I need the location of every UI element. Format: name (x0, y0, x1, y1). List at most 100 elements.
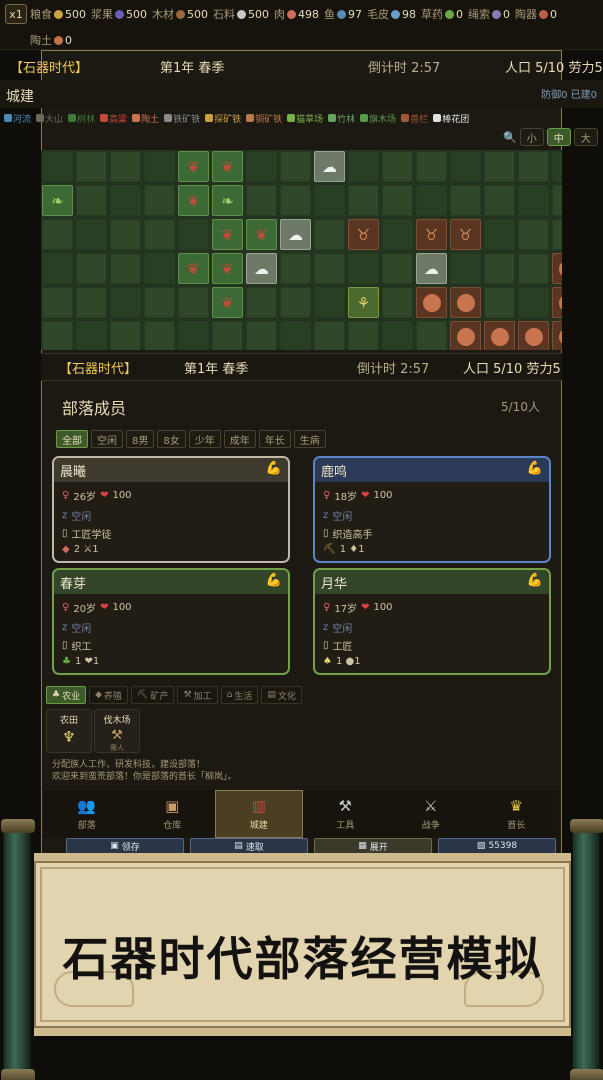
map-cell[interactable] (382, 287, 413, 318)
map-cell[interactable] (212, 321, 243, 350)
map-cell[interactable] (416, 321, 447, 350)
map-cell[interactable] (518, 253, 549, 284)
zoom-small-button[interactable]: 小 (519, 128, 544, 146)
map-cell[interactable] (518, 287, 549, 318)
map-cell[interactable] (144, 219, 175, 250)
nav-chief[interactable]: ♛ 首长 (474, 790, 560, 838)
map-cell[interactable] (382, 151, 413, 182)
clay-icon[interactable] (484, 321, 515, 350)
map-cell[interactable] (552, 219, 562, 250)
clay-icon[interactable] (450, 321, 481, 350)
map-cell[interactable] (76, 151, 107, 182)
map-cell[interactable] (246, 151, 277, 182)
map-cell[interactable] (144, 253, 175, 284)
map-cell[interactable] (76, 287, 107, 318)
member-card[interactable]: 月华 💪 ♀ 17岁 ❤ 100 z 空闲 ▯ 工匠 ♠ 1 ●1 (313, 568, 551, 675)
sub-button[interactable]: ▣ 领存 (66, 838, 184, 854)
tab-agriculture[interactable]: ♣ 农业 (46, 686, 87, 704)
sorghum-icon[interactable]: ❦ (178, 151, 209, 182)
map-cell[interactable] (484, 287, 515, 318)
map-cell[interactable] (348, 253, 379, 284)
filter-adult[interactable]: 成年 (223, 430, 256, 448)
map-cell[interactable] (484, 219, 515, 250)
filter-female[interactable]: 8女 (157, 430, 186, 448)
map-cell[interactable] (348, 185, 379, 216)
map-cell[interactable] (314, 321, 345, 350)
map-cell[interactable] (42, 151, 73, 182)
sorghum-icon[interactable]: ❦ (212, 219, 243, 250)
map-cell[interactable] (280, 185, 311, 216)
herb-icon[interactable]: ❧ (42, 185, 73, 216)
sorghum-icon[interactable]: ❦ (246, 219, 277, 250)
map-cell[interactable] (450, 151, 481, 182)
sorghum-icon[interactable]: ❦ (212, 287, 243, 318)
sorghum-icon[interactable]: ❦ (178, 253, 209, 284)
map-cell[interactable] (484, 253, 515, 284)
filter-youth[interactable]: 少年 (188, 430, 221, 448)
filter-male[interactable]: 8男 (126, 430, 155, 448)
map-cell[interactable] (76, 185, 107, 216)
member-card[interactable]: 鹿鸣 💪 ♀ 18岁 ❤ 100 z 空闲 ▯ 织造高手 ⛏ 1 ♦1 (313, 456, 551, 563)
nav-tools[interactable]: ⚒ 工具 (303, 790, 389, 838)
map-cell[interactable] (484, 185, 515, 216)
map-cell[interactable] (518, 219, 549, 250)
map-cell[interactable] (110, 321, 141, 350)
map-cell[interactable] (348, 151, 379, 182)
map-cell[interactable] (110, 151, 141, 182)
zoom-medium-button[interactable]: 中 (546, 128, 571, 146)
sub-button[interactable]: ▤ 速取 (190, 838, 308, 854)
map-cell[interactable] (484, 151, 515, 182)
clay-icon[interactable] (552, 287, 562, 318)
map-cell[interactable] (450, 185, 481, 216)
filter-sick[interactable]: 生病 (293, 430, 326, 448)
clay-icon[interactable] (416, 287, 447, 318)
map-cell[interactable] (348, 321, 379, 350)
sorghum-icon[interactable]: ❦ (212, 253, 243, 284)
map-cell[interactable] (552, 151, 562, 182)
tab-husbandry[interactable]: ◆ 养殖 (89, 686, 129, 704)
map-cell[interactable] (42, 219, 73, 250)
nav-build[interactable]: ▥ 城建 (215, 790, 303, 838)
filter-idle[interactable]: 空闲 (91, 430, 123, 448)
city-map[interactable]: ❦ ❦ ☁ ❧ ❦ ❧ ❦ ❦ ☁ ♉ ♉ ♉ ❦ ❦ ☁ ☁ ❦ ⚘ (41, 150, 562, 350)
map-cell[interactable] (314, 253, 345, 284)
map-cell[interactable] (110, 219, 141, 250)
search-icon[interactable]: 🔍 (503, 131, 517, 144)
map-cell[interactable] (518, 151, 549, 182)
map-cell[interactable] (382, 185, 413, 216)
cloud-icon[interactable]: ☁ (416, 253, 447, 284)
map-cell[interactable] (314, 185, 345, 216)
map-cell[interactable] (280, 287, 311, 318)
map-cell[interactable] (314, 287, 345, 318)
sorghum-icon[interactable]: ❦ (212, 151, 243, 182)
sub-button[interactable]: ▦ 展开 (314, 838, 432, 854)
map-cell[interactable] (110, 287, 141, 318)
map-cell[interactable] (382, 253, 413, 284)
member-card[interactable]: 春芽 💪 ♀ 20岁 ❤ 100 z 空闲 ▯ 织工 ♣ 1 ❤1 (52, 568, 290, 675)
map-cell[interactable] (144, 321, 175, 350)
map-cell[interactable] (314, 219, 345, 250)
clay-icon[interactable] (552, 321, 562, 350)
clay-icon[interactable] (518, 321, 549, 350)
map-cell[interactable] (144, 287, 175, 318)
ox-icon[interactable]: ♉ (450, 219, 481, 250)
tab-mining[interactable]: ⛏ 矿产 (131, 686, 175, 704)
map-cell[interactable] (280, 253, 311, 284)
map-cell[interactable] (110, 253, 141, 284)
map-cell[interactable] (552, 185, 562, 216)
nav-tribe[interactable]: 👥 部落 (44, 790, 130, 838)
map-cell[interactable] (246, 321, 277, 350)
cloud-icon[interactable]: ☁ (314, 151, 345, 182)
sub-button[interactable]: ▧ 55398 (438, 838, 556, 854)
grain-icon[interactable]: ⚘ (348, 287, 379, 318)
map-cell[interactable] (42, 321, 73, 350)
map-cell[interactable] (76, 219, 107, 250)
map-cell[interactable] (76, 253, 107, 284)
building-farm[interactable]: 农田 ♆ (46, 709, 92, 753)
map-cell[interactable] (144, 151, 175, 182)
clay-icon[interactable] (552, 253, 562, 284)
ox-icon[interactable]: ♉ (416, 219, 447, 250)
member-card[interactable]: 晨曦 💪 ♀ 26岁 ❤ 100 z 空闲 ▯ 工匠学徒 ◆ 2 ⚔1 (52, 456, 290, 563)
building-lumber-yard[interactable]: 伐木场 ⚒ 需人 (94, 709, 140, 753)
map-cell[interactable] (178, 219, 209, 250)
